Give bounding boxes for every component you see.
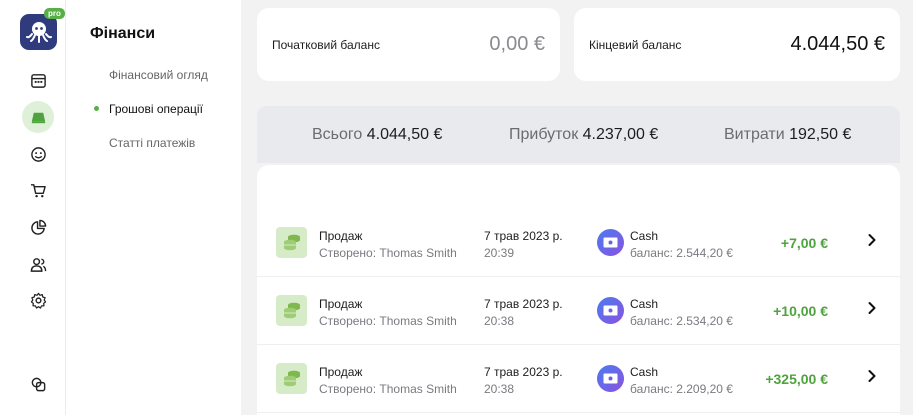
overlap-icon[interactable] bbox=[22, 368, 54, 400]
account-balance: баланс: 2.534,20 € bbox=[630, 314, 733, 328]
start-balance-label: Початковий баланс bbox=[272, 38, 380, 52]
operation-type: Продаж bbox=[319, 297, 363, 311]
income-summary: Прибуток 4.237,00 € bbox=[509, 126, 658, 144]
start-balance-card: Початковий баланс 0,00 € bbox=[257, 8, 560, 81]
income-value: 4.237,00 € bbox=[582, 126, 659, 143]
start-balance-value: 0,00 € bbox=[489, 33, 545, 55]
chevron-right-icon[interactable] bbox=[867, 369, 877, 388]
operation-time: 20:39 bbox=[484, 246, 515, 260]
expense-label: Витрати bbox=[724, 126, 785, 143]
operation-row[interactable]: Продаж Створено: Thomas Smith 7 трав 2023 … bbox=[257, 277, 900, 345]
operation-time: 20:38 bbox=[484, 382, 515, 396]
total-label: Всього bbox=[312, 126, 363, 143]
totals-bar: Всього 4.044,50 € Прибуток 4.237,00 € Ви… bbox=[257, 106, 900, 163]
active-indicator-dot bbox=[94, 106, 99, 111]
users-icon[interactable] bbox=[22, 248, 54, 280]
expense-summary: Витрати 192,50 € bbox=[724, 126, 851, 144]
expense-value: 192,50 € bbox=[789, 126, 852, 143]
total-summary: Всього 4.044,50 € bbox=[312, 126, 442, 144]
operation-type: Продаж bbox=[319, 229, 363, 243]
section-title: Фінанси bbox=[90, 25, 156, 42]
settings-icon[interactable] bbox=[22, 284, 54, 316]
cash-account-icon bbox=[597, 365, 624, 392]
coins-icon bbox=[276, 227, 307, 258]
account-balance: баланс: 2.544,20 € bbox=[630, 246, 733, 260]
coins-icon bbox=[276, 363, 307, 394]
pie-chart-icon[interactable] bbox=[22, 211, 54, 243]
finance-subnav: Фінанси Фінансовий огляд Грошові операці… bbox=[66, 0, 241, 415]
total-value: 4.044,50 € bbox=[366, 126, 443, 143]
operation-amount: +325,00 € bbox=[765, 371, 828, 387]
end-balance-value: 4.044,50 € bbox=[790, 33, 885, 55]
subnav-item-overview[interactable]: Фінансовий огляд bbox=[109, 68, 208, 82]
end-balance-label: Кінцевий баланс bbox=[589, 38, 682, 52]
operation-date: 7 трав 2023 р. bbox=[484, 229, 563, 243]
operation-time: 20:38 bbox=[484, 314, 515, 328]
coins-icon bbox=[276, 295, 307, 326]
operation-creator: Створено: Thomas Smith bbox=[319, 246, 457, 260]
app-logo[interactable]: pro bbox=[20, 8, 65, 50]
account-name: Cash bbox=[630, 365, 659, 379]
operations-list: Продаж Створено: Thomas Smith 7 трав 2023 … bbox=[257, 165, 900, 415]
cash-account-icon bbox=[597, 297, 624, 324]
cart-icon[interactable] bbox=[22, 174, 54, 206]
income-label: Прибуток bbox=[509, 126, 579, 143]
icon-rail: pro bbox=[0, 0, 66, 415]
chevron-right-icon[interactable] bbox=[867, 233, 877, 252]
end-balance-card: Кінцевий баланс 4.044,50 € bbox=[574, 8, 900, 81]
pro-badge: pro bbox=[44, 8, 65, 19]
operation-amount: +7,00 € bbox=[780, 235, 828, 251]
smile-icon[interactable] bbox=[22, 138, 54, 170]
cash-register-icon[interactable] bbox=[22, 101, 54, 133]
subnav-item-payment-categories[interactable]: Статті платежів bbox=[109, 136, 195, 150]
account-name: Cash bbox=[630, 229, 659, 243]
calendar-icon[interactable] bbox=[22, 64, 54, 96]
operation-date: 7 трав 2023 р. bbox=[484, 297, 563, 311]
operation-creator: Створено: Thomas Smith bbox=[319, 314, 457, 328]
cash-account-icon bbox=[597, 229, 624, 256]
account-balance: баланс: 2.209,20 € bbox=[630, 382, 733, 396]
subnav-item-operations[interactable]: Грошові операції bbox=[109, 102, 203, 116]
operation-row[interactable]: Продаж Створено: Thomas Smith 7 трав 2023 … bbox=[257, 345, 900, 413]
operation-type: Продаж bbox=[319, 365, 363, 379]
operation-row[interactable]: Продаж Створено: Thomas Smith 7 трав 2023 … bbox=[257, 209, 900, 277]
operation-creator: Створено: Thomas Smith bbox=[319, 382, 457, 396]
account-name: Cash bbox=[630, 297, 659, 311]
chevron-right-icon[interactable] bbox=[867, 301, 877, 320]
operation-amount: +10,00 € bbox=[773, 303, 828, 319]
operation-date: 7 трав 2023 р. bbox=[484, 365, 563, 379]
octopus-logo-icon bbox=[25, 22, 52, 43]
